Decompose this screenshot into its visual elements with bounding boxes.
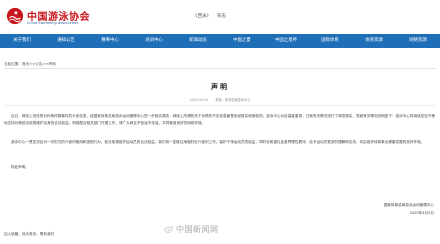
magazine-link[interactable]: 《西泳》 xyxy=(193,14,211,19)
nav-item-resources[interactable]: 体育资源 xyxy=(352,34,396,48)
signature: 国家体育总局游泳运动管理中心 xyxy=(383,203,434,207)
article-paragraph-1: 近日，网络上流传的对孙杨停赛事件的众多信息，经国家体育总局游泳运动管理中心进一步… xyxy=(4,114,436,125)
watermark-text: 中国新闻网 xyxy=(176,225,219,234)
nav-item-international[interactable]: 国际体育 xyxy=(308,34,352,48)
page-title: 声明 xyxy=(211,83,229,91)
nav-item-notices[interactable]: 通知公告 xyxy=(44,34,88,48)
swimming-association-logo-icon[interactable] xyxy=(6,7,24,25)
nav-item-china-summer[interactable]: 中国之夏 xyxy=(220,34,264,48)
meta-divider xyxy=(4,105,436,106)
signature-date: 2020年4月5日 xyxy=(409,211,435,215)
footer-links[interactable]: 加入收藏，设为首页，联系我们 xyxy=(4,232,54,237)
article-paragraph-2: 游泳中心一贯坚决反对一切形式的兴奋剂使用和违规行为，依法依规维护运动员的合法权益… xyxy=(11,140,425,144)
weibo-watermark-icon xyxy=(164,225,174,233)
brand-name-en: China Swimming Association xyxy=(27,21,79,25)
nav-item-china-star-cup[interactable]: 中国之星杯 xyxy=(264,34,308,48)
breadcrumb[interactable]: 当前位置：首页>>公告>>声明 xyxy=(4,62,56,67)
article-date: 2020-04-05 xyxy=(189,98,209,102)
nav-item-about[interactable]: 关于我们 xyxy=(0,34,44,48)
nav-item-training[interactable]: 培训中心 xyxy=(132,34,176,48)
nav-item-news[interactable]: 新闻动态 xyxy=(176,34,220,48)
article-source: 来源：体育总局游泳中心 xyxy=(215,98,251,102)
nav-item-events[interactable]: 赛事中心 xyxy=(88,34,132,48)
breadcrumb-divider xyxy=(4,68,436,69)
article-meta: 2020-04-05 来源：体育总局游泳中心 xyxy=(0,97,440,102)
top-links: 《西泳》 杂志 xyxy=(193,13,232,19)
main-nav: 关于我们 通知公告 赛事中心 培训中心 新闻动态 中国之夏 中国之星杯 国际体育… xyxy=(0,34,440,48)
site-header: 中国游泳协会 China Swimming Association 《西泳》 杂志 xyxy=(0,0,440,34)
magazine-link-label[interactable]: 杂志 xyxy=(217,14,226,19)
article-paragraph-3: 特此声明。 xyxy=(11,165,29,169)
nav-item-network[interactable]: 网络资源 xyxy=(396,34,440,48)
